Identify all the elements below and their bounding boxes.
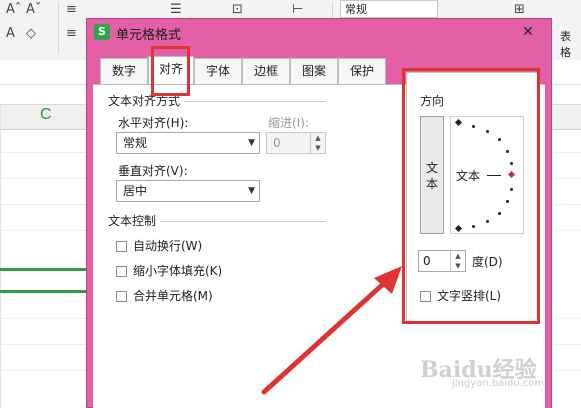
baidu-watermark-url: jingyan.baidu.com: [452, 378, 545, 389]
annotation-arrow: [261, 266, 402, 395]
